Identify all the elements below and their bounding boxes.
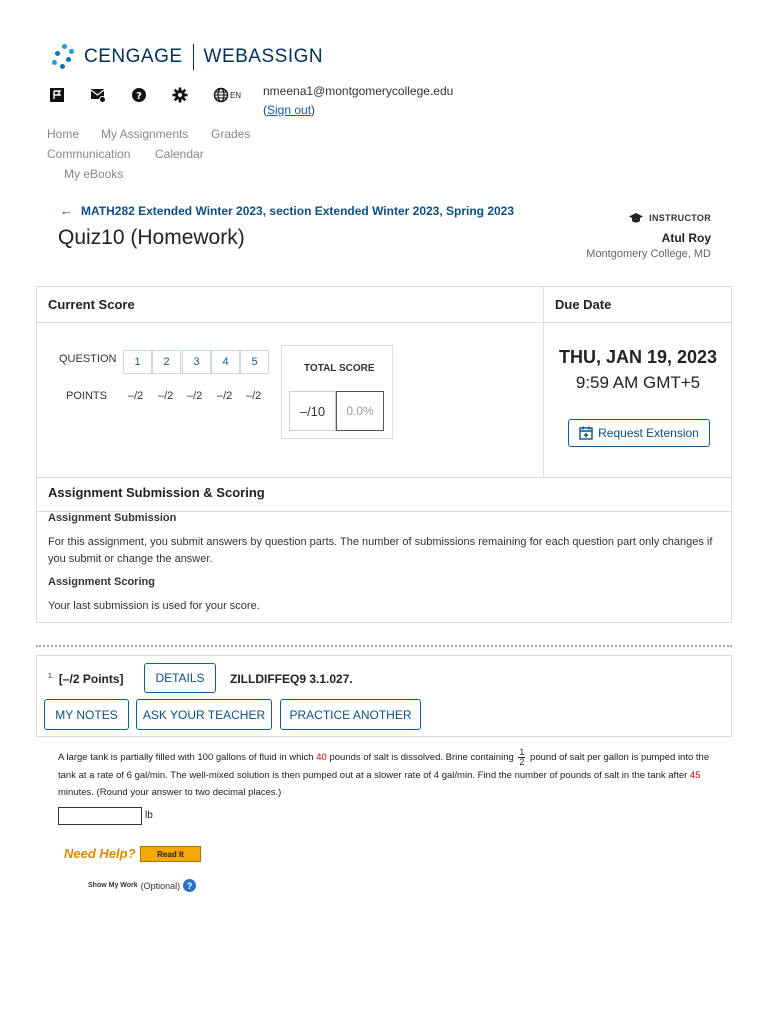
svg-text:?: ?	[136, 91, 142, 102]
help-icon[interactable]: ?	[130, 86, 148, 104]
score-panel: Current Score Due Date QUESTION POINTS 1…	[36, 286, 732, 623]
due-time: 9:59 AM GMT+5	[575, 373, 701, 392]
cengage-logo[interactable]: CENGAGE WEBASSIGN	[52, 42, 323, 72]
brand-divider	[192, 44, 194, 70]
scoring-text: Your last submission is used for your sc…	[48, 600, 260, 612]
signout-paren-close: )	[311, 103, 316, 117]
breadcrumb-course: MATH282 Extended Winter 2023, section Ex…	[81, 203, 515, 218]
calendar-plus-icon	[579, 426, 593, 440]
instructor-school: Montgomery College, MD	[586, 248, 711, 260]
problem-text: A large tank is partially filled with 10…	[58, 748, 728, 801]
question-link-5[interactable]: 5	[240, 350, 269, 374]
brand-right: WEBASSIGN	[203, 46, 324, 67]
section-divider	[36, 645, 732, 647]
mail-settings-icon[interactable]	[89, 86, 107, 104]
show-my-work[interactable]: Show My Work (Optional) ?	[88, 879, 197, 892]
current-score-heading: Current Score	[48, 297, 135, 312]
problem-part-1: A large tank is partially filled with 10…	[58, 752, 317, 764]
problem-part-4: minutes. (Round your answer to two decim…	[58, 787, 282, 798]
read-it-button[interactable]: Read It	[140, 846, 201, 862]
user-email: nmeena1@montgomerycollege.edu	[263, 84, 454, 98]
graduation-cap-icon	[629, 213, 644, 223]
question-label: QUESTION	[59, 353, 117, 365]
ask-your-teacher-button[interactable]: ASK YOUR TEACHER	[136, 699, 272, 730]
back-arrow-icon: ←	[60, 203, 73, 218]
instructor-name: Atul Roy	[661, 231, 711, 245]
user-info: nmeena1@montgomerycollege.edu (Sign out)	[263, 82, 453, 120]
question-points-5: –/2	[246, 390, 262, 402]
problem-part-2: pounds of salt is dissolved. Brine conta…	[326, 752, 517, 764]
question-link-3[interactable]: 3	[182, 350, 211, 374]
request-extension-button[interactable]: Request Extension	[568, 419, 710, 447]
language-selector[interactable]: EN	[212, 86, 242, 104]
question-points: 1. [–/2 Points]	[48, 672, 124, 686]
question-points-2: –/2	[158, 390, 174, 402]
page-title: Quiz10 (Homework)	[58, 226, 245, 249]
question-link-2[interactable]: 2	[152, 350, 181, 374]
nav-grades[interactable]: Grades	[211, 127, 250, 141]
details-button[interactable]: DETAILS	[144, 663, 216, 693]
total-score-percent: 0.0%	[336, 391, 384, 431]
need-help-label: Need Help?	[64, 846, 136, 861]
question-card: 1. [–/2 Points] DETAILS ZILLDIFFEQ9 3.1.0…	[36, 655, 732, 737]
gear-icon[interactable]	[171, 86, 189, 104]
question-link-1[interactable]: 1	[123, 350, 152, 374]
nav-my-ebooks[interactable]: My eBooks	[64, 167, 123, 181]
request-extension-label: Request Extension	[598, 426, 699, 440]
globe-icon	[213, 87, 229, 103]
due-date-heading: Due Date	[555, 297, 612, 312]
language-code: EN	[229, 90, 242, 100]
optional-label: (Optional)	[140, 880, 181, 891]
submission-heading: Assignment Submission & Scoring	[48, 485, 265, 500]
score-header-row	[37, 287, 731, 323]
scoring-subtitle: Assignment Scoring	[48, 576, 155, 588]
practice-another-button[interactable]: PRACTICE ANOTHER	[280, 699, 421, 730]
total-score-value: –/10	[289, 391, 336, 431]
fraction-denominator: 2	[519, 757, 525, 767]
due-day: THU, JAN 19, 2023	[558, 347, 718, 367]
show-my-work-label: Show My Work	[88, 882, 138, 889]
salt-amount: 40	[316, 752, 327, 764]
instructor-label: INSTRUCTOR	[649, 213, 711, 223]
instructor-info: INSTRUCTOR Atul Roy Montgomery College, …	[586, 213, 711, 260]
my-notes-button[interactable]: MY NOTES	[44, 699, 129, 730]
submission-text: For this assignment, you submit answers …	[48, 536, 713, 565]
question-points-text: [–/2 Points]	[58, 672, 124, 686]
answer-unit: lb	[145, 810, 153, 821]
minutes-value: 45	[689, 770, 701, 781]
question-number: 1.	[48, 673, 54, 680]
submission-subtitle: Assignment Submission	[48, 512, 177, 524]
header-iconbar: ? EN	[48, 86, 265, 104]
logo-mark-icon	[52, 42, 76, 72]
brand-left: CENGAGE	[84, 46, 183, 67]
question-points-1: –/2	[128, 390, 144, 402]
nav-my-assignments[interactable]: My Assignments	[101, 127, 188, 141]
nav-communication[interactable]: Communication	[47, 147, 130, 161]
answer-input[interactable]	[58, 807, 142, 825]
fraction-one-half: 12	[518, 748, 526, 767]
question-points-4: –/2	[217, 390, 233, 402]
question-code: ZILLDIFFEQ9 3.1.027.	[230, 672, 353, 686]
help-circle-icon[interactable]: ?	[183, 879, 197, 892]
question-link-4[interactable]: 4	[211, 350, 240, 374]
nav-home[interactable]: Home	[47, 127, 79, 141]
breadcrumb[interactable]: ← MATH282 Extended Winter 2023, section …	[60, 203, 514, 218]
sign-out-link[interactable]: Sign out	[267, 103, 311, 117]
points-label: POINTS	[66, 390, 107, 402]
total-score-box: TOTAL SCORE –/10 0.0%	[281, 345, 393, 439]
question-points-3: –/2	[187, 390, 203, 402]
total-score-label: TOTAL SCORE	[304, 363, 375, 374]
nav-calendar[interactable]: Calendar	[155, 147, 204, 161]
flag-icon[interactable]	[48, 86, 66, 104]
